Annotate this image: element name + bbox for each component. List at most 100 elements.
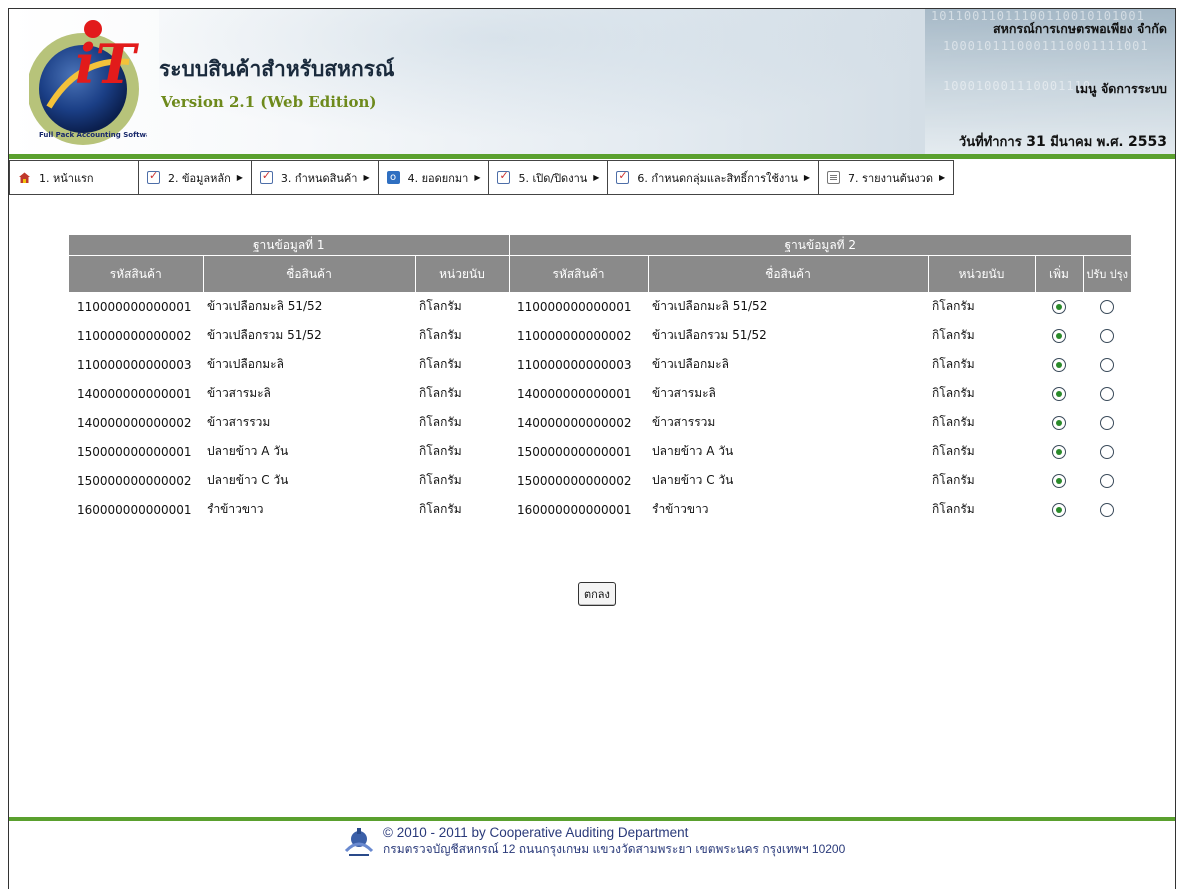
add-radio[interactable]: [1052, 415, 1066, 430]
product-unit-2: กิโลกรัม: [932, 328, 975, 342]
menu-item-home[interactable]: 1. หน้าแรก: [10, 161, 139, 194]
product-comparison-table: ฐานข้อมูลที่ 1 ฐานข้อมูลที่ 2 รหัสสินค้า…: [69, 235, 1131, 524]
system-admin-link[interactable]: เมนู จัดการระบบ: [1076, 79, 1167, 99]
col-header-name-2: ชื่อสินค้า: [648, 255, 929, 292]
product-name-2: ข้าวเปลือกรวม 51/52: [652, 328, 767, 342]
binary-line: 1000101110001110001111001: [943, 39, 1149, 53]
update-radio[interactable]: [1100, 502, 1114, 517]
menu-item-opening-balance[interactable]: o 4. ยอดยกมา ▶: [379, 161, 490, 194]
product-unit-1: กิโลกรัม: [419, 299, 462, 313]
update-radio[interactable]: [1100, 357, 1114, 372]
update-option-cell: [1083, 466, 1131, 495]
table-row: 110000000000001 ข้าวเปลือกมะลิ 51/52 กิโลก…: [69, 292, 1131, 321]
add-radio[interactable]: [1052, 328, 1066, 343]
update-option-cell: [1083, 292, 1131, 321]
product-code-1: 110000000000001: [77, 299, 192, 314]
update-radio[interactable]: [1100, 299, 1114, 314]
product-name-1: ข้าวเปลือกมะลิ: [207, 357, 284, 371]
product-name-2: ปลายข้าว A วัน: [652, 444, 734, 458]
update-option-cell: [1083, 350, 1131, 379]
add-radio[interactable]: [1052, 444, 1066, 459]
update-radio[interactable]: [1100, 415, 1114, 430]
submenu-arrow-icon: ▶: [363, 173, 370, 182]
product-name-2: ข้าวสารมะลิ: [652, 386, 716, 400]
page-frame: 10110011011100110010101001 1000101110001…: [8, 8, 1176, 889]
add-radio[interactable]: [1052, 357, 1066, 372]
product-name-1: ปลายข้าว C วัน: [207, 473, 289, 487]
main-menu: 1. หน้าแรก 2. ข้อมูลหลัก ▶ 3. กำหนดสินค้…: [9, 160, 955, 195]
product-name-1: ข้าวสารมะลิ: [207, 386, 271, 400]
update-option-cell: [1083, 437, 1131, 466]
product-name-1: ข้าวเปลือกมะลิ 51/52: [207, 299, 323, 313]
product-name-1: ข้าวเปลือกรวม 51/52: [207, 328, 322, 342]
product-name-1: ข้าวสารรวม: [207, 415, 271, 429]
menu-item-master-data[interactable]: 2. ข้อมูลหลัก ▶: [139, 161, 252, 194]
table-row: 150000000000002 ปลายข้าว C วัน กิโลกรัม 150…: [69, 466, 1131, 495]
add-option-cell: [1035, 437, 1083, 466]
menu-item-label: 6. กำหนดกลุ่มและสิทธิ์การใช้งาน: [637, 171, 798, 185]
product-name-2: รำข้าวขาว: [652, 502, 709, 516]
home-icon: [18, 171, 31, 184]
table-row: 140000000000002 ข้าวสารรวม กิโลกรัม 1400000…: [69, 408, 1131, 437]
update-radio[interactable]: [1100, 328, 1114, 343]
add-radio[interactable]: [1052, 386, 1066, 401]
product-code-2: 110000000000002: [517, 328, 632, 343]
ok-button[interactable]: ตกลง: [578, 582, 616, 606]
menu-item-label: 7. รายงานต้นงวด: [848, 171, 933, 185]
product-unit-1: กิโลกรัม: [419, 357, 462, 371]
menu-item-groups-permissions[interactable]: 6. กำหนดกลุ่มและสิทธิ์การใช้งาน ▶: [608, 161, 820, 194]
product-name-2: ข้าวสารรวม: [652, 415, 716, 429]
update-option-cell: [1083, 495, 1131, 524]
product-code-2: 140000000000002: [517, 415, 632, 430]
col-header-update: ปรับ ปรุง: [1083, 255, 1131, 292]
add-radio[interactable]: [1052, 299, 1066, 314]
menu-item-product-setup[interactable]: 3. กำหนดสินค้า ▶: [252, 161, 379, 194]
product-code-1: 110000000000003: [77, 357, 192, 372]
table-row: 140000000000001 ข้าวสารมะลิ กิโลกรัม 140000…: [69, 379, 1131, 408]
product-unit-2: กิโลกรัม: [932, 473, 975, 487]
checklist-icon: [147, 169, 160, 184]
menu-item-label: 3. กำหนดสินค้า: [280, 171, 358, 185]
product-code-1: 160000000000001: [77, 502, 192, 517]
product-name-2: ปลายข้าว C วัน: [652, 473, 734, 487]
database-2-header: ฐานข้อมูลที่ 2: [508, 235, 1131, 256]
product-code-2: 150000000000001: [517, 444, 632, 459]
add-option-cell: [1035, 495, 1083, 524]
menu-item-reports[interactable]: 7. รายงานต้นงวด ▶: [819, 161, 953, 194]
product-code-2: 110000000000001: [517, 299, 632, 314]
product-unit-1: กิโลกรัม: [419, 415, 462, 429]
col-header-unit-1: หน่วยนับ: [415, 255, 510, 292]
product-unit-2: กิโลกรัม: [932, 415, 975, 429]
add-option-cell: [1035, 466, 1083, 495]
binary-line: 100010001110001110: [943, 79, 1092, 93]
add-radio[interactable]: [1052, 502, 1066, 517]
footer-copyright: © 2010 - 2011 by Cooperative Auditing De…: [383, 825, 689, 840]
header-divider: [9, 154, 1175, 159]
footer: © 2010 - 2011 by Cooperative Auditing De…: [343, 825, 845, 865]
menu-item-open-close[interactable]: 5. เปิด/ปิดงาน ▶: [489, 161, 609, 194]
product-code-2: 150000000000002: [517, 473, 632, 488]
product-comparison-table-container: ฐานข้อมูลที่ 1 ฐานข้อมูลที่ 2 รหัสสินค้า…: [69, 235, 1131, 524]
product-name-1: ปลายข้าว A วัน: [207, 444, 289, 458]
checklist-icon: [497, 169, 511, 184]
submenu-arrow-icon: ▶: [593, 173, 600, 182]
work-date: วันที่ทำการ 31 มีนาคม พ.ศ. 2553: [959, 131, 1167, 152]
table-row: 160000000000001 รำข้าวขาว กิโลกรัม 16000000…: [69, 495, 1131, 524]
col-header-code-2: รหัสสินค้า: [509, 255, 649, 292]
update-radio[interactable]: [1100, 473, 1114, 488]
department-emblem-icon: [344, 828, 374, 856]
update-radio[interactable]: [1100, 444, 1114, 459]
app-version: Version 2.1 (Web Edition): [161, 93, 377, 111]
app-title: ระบบสินค้าสำหรับสหกรณ์: [159, 56, 395, 81]
document-icon: [827, 171, 841, 184]
update-radio[interactable]: [1100, 386, 1114, 401]
table-row: 110000000000003 ข้าวเปลือกมะลิ กิโลกรัม 110…: [69, 350, 1131, 379]
table-row: 150000000000001 ปลายข้าว A วัน กิโลกรัม 150…: [69, 437, 1131, 466]
add-option-cell: [1035, 379, 1083, 408]
add-radio[interactable]: [1052, 473, 1066, 488]
info-icon: o: [386, 171, 400, 184]
update-option-cell: [1083, 408, 1131, 437]
product-unit-1: กิโลกรัม: [419, 386, 462, 400]
product-unit-1: กิโลกรัม: [419, 328, 462, 342]
product-unit-2: กิโลกรัม: [932, 502, 975, 516]
